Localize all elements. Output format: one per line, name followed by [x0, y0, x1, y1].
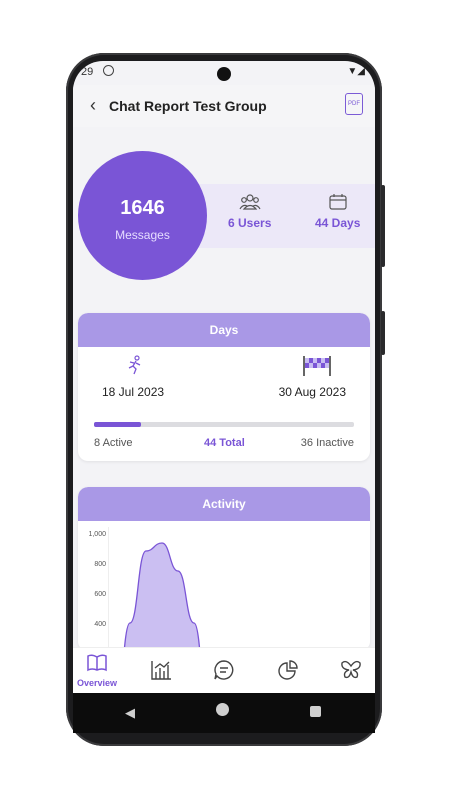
pie-chart-icon: [278, 660, 298, 680]
nav-stats[interactable]: [141, 660, 181, 685]
signal-battery-icon: ▼◢: [347, 66, 365, 77]
page-title: Chat Report Test Group: [109, 98, 267, 114]
calendar-icon: [329, 194, 347, 210]
home-circle-icon[interactable]: [216, 703, 229, 716]
volume-button: [381, 311, 385, 355]
runner-start-icon: [128, 355, 141, 375]
y-tick-label: 600: [94, 591, 106, 598]
nav-pie[interactable]: [268, 660, 308, 685]
inactive-count: 36 Inactive: [300, 437, 354, 449]
days-card: Days 18 Jul 2023 30 Aug 2023 8 Active 44…: [78, 313, 370, 461]
end-date: 30 Aug 2023: [278, 385, 346, 399]
back-arrow-icon[interactable]: ‹: [85, 95, 101, 116]
recents-square-icon[interactable]: [310, 706, 321, 717]
bottom-nav: Overview: [73, 647, 375, 693]
activity-area-series: [123, 542, 201, 651]
activity-chart: 1,000 800 600 400: [78, 521, 370, 651]
days-progress-bar: [94, 422, 354, 427]
active-count: 8 Active: [94, 437, 133, 449]
users-icon: [239, 194, 261, 210]
y-tick-label: 800: [94, 561, 106, 568]
messages-count: 1646: [120, 197, 165, 219]
total-count: 44 Total: [204, 437, 245, 449]
pdf-export-icon[interactable]: PDF: [345, 93, 363, 115]
nav-butterfly[interactable]: [331, 660, 371, 685]
users-stat[interactable]: 6 Users: [228, 193, 271, 230]
days-card-title: Days: [78, 313, 370, 347]
status-bar: 29 ▼◢: [73, 61, 375, 83]
days-count: 44 Days: [315, 216, 361, 230]
activity-card: Activity 1,000 800 600 400: [78, 487, 370, 651]
messages-circle: 1646 Messages: [78, 151, 207, 280]
butterfly-icon: [341, 660, 361, 679]
app-header: ‹ Chat Report Test Group PDF: [73, 85, 375, 127]
android-nav-bar: ◀: [73, 693, 375, 733]
days-progress-fill: [94, 422, 141, 427]
nav-messages[interactable]: [204, 660, 244, 685]
chat-icon: [214, 660, 234, 680]
days-stat[interactable]: 44 Days: [315, 193, 360, 230]
users-count: 6 Users: [228, 216, 272, 230]
y-tick-label: 1,000: [88, 531, 106, 538]
bar-chart-icon: [151, 661, 171, 680]
app-screen: 29 ▼◢ ‹ Chat Report Test Group PDF 1646 …: [73, 61, 375, 693]
activity-card-title: Activity: [78, 487, 370, 521]
nav-overview[interactable]: Overview: [77, 654, 117, 688]
front-camera: [217, 67, 231, 81]
record-icon: [103, 65, 114, 76]
finish-flag-icon: [303, 356, 331, 376]
back-triangle-icon[interactable]: ◀: [125, 705, 135, 721]
messages-label: Messages: [115, 228, 170, 242]
power-button: [381, 185, 385, 267]
nav-overview-label: Overview: [77, 678, 118, 688]
start-date: 18 Jul 2023: [102, 385, 165, 399]
y-tick-label: 400: [94, 621, 106, 628]
book-icon: [87, 654, 107, 672]
activity-plot: [108, 527, 201, 651]
status-time: 29: [81, 66, 94, 78]
